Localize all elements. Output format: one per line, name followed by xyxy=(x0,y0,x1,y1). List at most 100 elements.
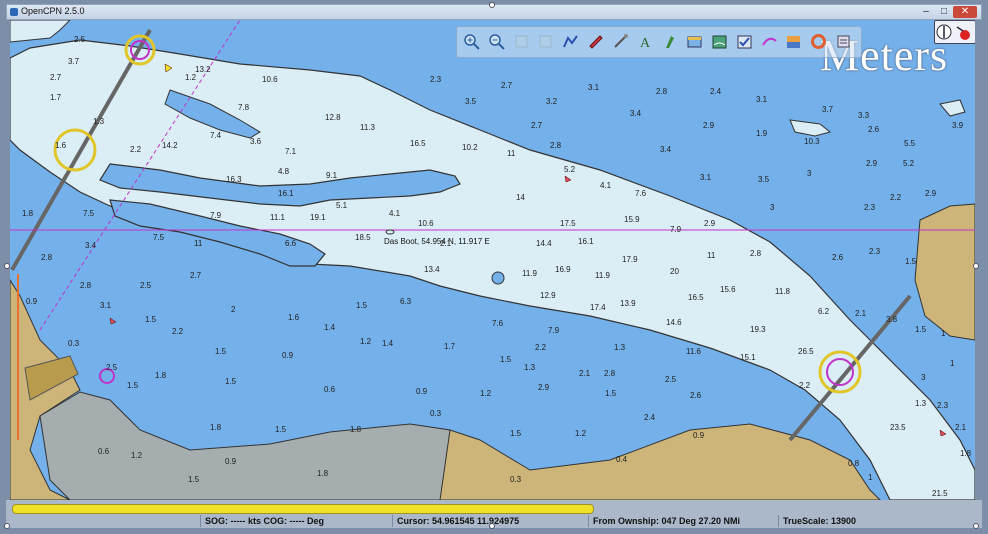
depth-sounding: 16.3 xyxy=(226,175,242,184)
deep-channel xyxy=(789,119,832,137)
depth-sounding: 2.8 xyxy=(80,281,92,290)
shallow-water-area xyxy=(10,20,71,43)
sog-cog-field: SOG: ----- kts COG: ----- Deg xyxy=(200,515,324,527)
depth-sounding: 21.5 xyxy=(932,489,948,498)
ship-button[interactable] xyxy=(585,31,606,52)
resize-handle[interactable] xyxy=(489,2,495,8)
depth-sounding: 2.1 xyxy=(855,309,867,318)
depth-sounding: 12.8 xyxy=(325,113,341,122)
depth-sounding: 1.3 xyxy=(524,363,536,372)
depth-sounding: 0.9 xyxy=(225,457,237,466)
depth-sounding: 1 xyxy=(941,329,946,338)
depth-sounding: 4.1 xyxy=(600,181,612,190)
depth-sounding: 1.2 xyxy=(131,451,143,460)
depth-sounding: 2.2 xyxy=(130,145,142,154)
depth-sounding: 14.6 xyxy=(666,318,682,327)
scale-in-icon xyxy=(515,35,528,48)
depth-sounding: 1 xyxy=(950,359,955,368)
checklist-button[interactable] xyxy=(734,31,755,52)
depth-sounding: 4.8 xyxy=(278,167,290,176)
route-button[interactable] xyxy=(560,31,581,52)
depth-sounding: 2.2 xyxy=(890,193,902,202)
resize-handle[interactable] xyxy=(489,523,495,529)
scale-out-button[interactable] xyxy=(535,31,556,52)
checklist-icon xyxy=(737,35,752,49)
ownship-label: Das Boot, 54.954 N, 11.917 E xyxy=(384,237,490,246)
depth-sounding: 14.4 xyxy=(536,239,552,248)
depth-sounding: 2.6 xyxy=(690,391,702,400)
depth-sounding: 12.9 xyxy=(540,291,556,300)
depth-sounding: 1.5 xyxy=(905,257,917,266)
depth-sounding: 1.2 xyxy=(185,73,197,82)
depth-sounding: 10.3 xyxy=(804,137,820,146)
zoom-in-button[interactable] xyxy=(461,31,482,52)
zoom-out-button[interactable] xyxy=(486,31,507,52)
resize-handle[interactable] xyxy=(973,263,979,269)
tide-button[interactable] xyxy=(709,31,730,52)
depth-sounding: 13.9 xyxy=(620,299,636,308)
nautical-chart-canvas[interactable]: Das Boot, 54.954 N, 11.917 E 2.5 3.7 2.7 13… xyxy=(10,20,975,500)
depth-sounding: 2.5 xyxy=(106,363,118,372)
route-icon xyxy=(563,35,579,48)
depth-sounding: 2.3 xyxy=(430,75,442,84)
depth-sounding: 9.1 xyxy=(326,171,338,180)
progress-bar xyxy=(12,504,594,514)
app-window: OpenCPN 2.5.0 – □ ✕ Das Boot, 54.954 N, … xyxy=(0,0,988,534)
resize-handle[interactable] xyxy=(4,263,10,269)
depth-sounding: 1.3 xyxy=(614,343,626,352)
from-ownship-field: From Ownship: 047 Deg 27.20 NMi xyxy=(588,515,740,527)
depth-sounding: 6.3 xyxy=(400,297,412,306)
measure-button[interactable] xyxy=(610,31,631,52)
depth-sounding: 1.5 xyxy=(275,425,287,434)
depth-sounding: 10.2 xyxy=(462,143,478,152)
depth-sounding: 3.9 xyxy=(952,121,964,130)
resize-handle[interactable] xyxy=(4,523,10,529)
color-scheme-button[interactable] xyxy=(783,31,804,52)
track-button[interactable] xyxy=(759,31,780,52)
depth-sounding: 1.5 xyxy=(188,475,200,484)
depth-sounding: 0.6 xyxy=(324,385,336,394)
depth-sounding: 2 xyxy=(231,305,236,314)
text-button[interactable]: A xyxy=(635,31,656,52)
light-button[interactable] xyxy=(659,31,680,52)
depth-sounding: 3.1 xyxy=(100,301,112,310)
scale-in-button[interactable] xyxy=(511,31,532,52)
compass-widget[interactable] xyxy=(934,20,975,44)
resize-handle[interactable] xyxy=(973,523,979,529)
depth-sounding: 3.5 xyxy=(465,97,477,106)
depth-sounding: 0.3 xyxy=(68,339,80,348)
maximize-button[interactable]: □ xyxy=(935,6,953,18)
light-icon xyxy=(666,36,675,48)
depth-sounding: 10.6 xyxy=(418,219,434,228)
depth-sounding: 11.3 xyxy=(360,123,376,132)
measure-icon xyxy=(614,34,628,48)
zoom-in-icon xyxy=(464,34,480,50)
close-button[interactable]: ✕ xyxy=(953,6,977,18)
minimize-button[interactable]: – xyxy=(917,6,935,18)
depth-sounding: 2.5 xyxy=(74,35,86,44)
depth-sounding: 15.1 xyxy=(740,353,756,362)
depth-sounding: 17.5 xyxy=(560,219,576,228)
depth-sounding: 2.7 xyxy=(50,73,62,82)
depth-sounding: 1.6 xyxy=(288,313,300,322)
depth-sounding: 1.5 xyxy=(215,347,227,356)
depth-sounding: 14.2 xyxy=(162,141,178,150)
depth-sounding: 3.5 xyxy=(758,175,770,184)
depth-sounding: 2.1 xyxy=(579,369,591,378)
settings-button[interactable] xyxy=(833,31,854,52)
depth-sounding: 2.7 xyxy=(501,81,513,90)
depth-sounding: 0.3 xyxy=(510,475,522,484)
depth-sounding: 3.4 xyxy=(660,145,672,154)
depth-sounding: 0.9 xyxy=(282,351,294,360)
depth-sounding: 1.5 xyxy=(127,381,139,390)
depth-sounding: 3.1 xyxy=(700,173,712,182)
lifebuoy-button[interactable] xyxy=(808,31,829,52)
depth-sounding: 0.9 xyxy=(26,297,38,306)
svg-text:A: A xyxy=(640,36,651,50)
depth-sounding: 1.5 xyxy=(510,429,522,438)
depth-sounding: 3 xyxy=(921,373,926,382)
depth-sounding: 3.2 xyxy=(546,97,558,106)
depth-sounding: 2.9 xyxy=(925,189,937,198)
depth-sounding: 1.5 xyxy=(500,355,512,364)
chart-button[interactable] xyxy=(684,31,705,52)
